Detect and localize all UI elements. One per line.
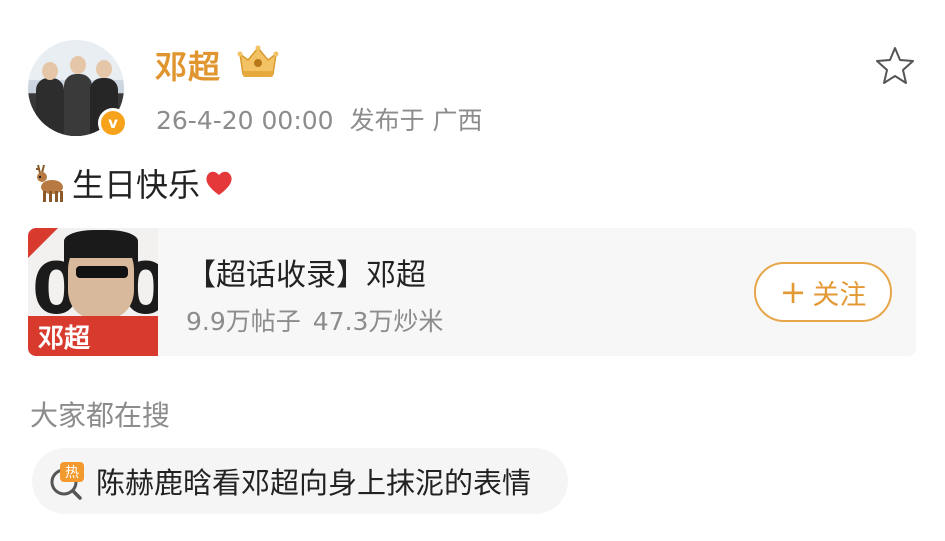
favorite-star-icon[interactable] <box>874 44 916 86</box>
post-body: 生日快乐 <box>30 160 234 206</box>
plus-icon: + <box>779 273 807 311</box>
deer-emoji-icon <box>36 164 63 202</box>
hot-search-query: 陈赫鹿晗看邓超向身上抹泥的表情 <box>96 466 532 500</box>
follow-button[interactable]: + 关注 <box>754 262 892 322</box>
post-timestamp: 26-4-20 00:00 <box>156 106 334 135</box>
verified-badge-icon: v <box>98 108 128 138</box>
author-avatar[interactable]: v <box>28 40 128 138</box>
hot-search-item[interactable]: 热 陈赫鹿晗看邓超向身上抹泥的表情 <box>32 448 568 514</box>
hot-badge-text: 热 <box>65 465 79 481</box>
topic-followers-count: 47.3万炒米 <box>312 307 444 336</box>
topic-posts-count: 9.9万帖子 <box>186 307 301 336</box>
topic-title[interactable]: 【超话收录】邓超 <box>186 250 426 294</box>
trending-heading: 大家都在搜 <box>30 399 171 432</box>
hot-search-icon: 热 <box>50 462 84 500</box>
post-meta: 26-4-20 00:00 发布于 广西 <box>156 101 483 137</box>
author-name[interactable]: 邓超 <box>155 42 221 88</box>
topic-stats: 9.9万帖子 47.3万炒米 <box>186 302 443 338</box>
topic-thumbnail: 0808 邓超 <box>28 228 158 356</box>
red-heart-emoji-icon <box>206 171 232 195</box>
crown-badge-icon <box>237 45 279 77</box>
follow-label: 关注 <box>812 279 867 311</box>
post-text: 生日快乐 <box>72 166 201 204</box>
post-location: 发布于 广西 <box>349 106 483 135</box>
thumb-name-text: 邓超 <box>38 324 91 354</box>
super-topic-card[interactable]: 0808 邓超 【超话收录】邓超 9.9万帖子 47.3万炒米 + 关注 <box>28 228 916 356</box>
